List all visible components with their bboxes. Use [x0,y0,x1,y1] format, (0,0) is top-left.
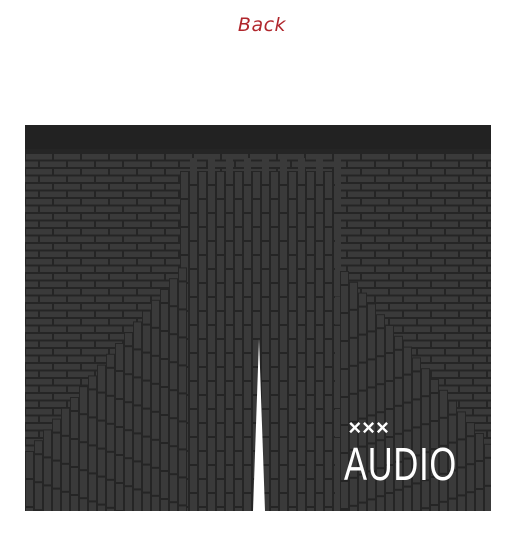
logo-wordmark: AUDIO [344,438,458,490]
brick-wall-photo: ××× AUDIO [25,125,491,511]
crosses-logo-icon: ××× [348,415,390,440]
back-link[interactable]: Back [0,14,524,36]
audio-logo: ××× AUDIO [344,415,491,490]
